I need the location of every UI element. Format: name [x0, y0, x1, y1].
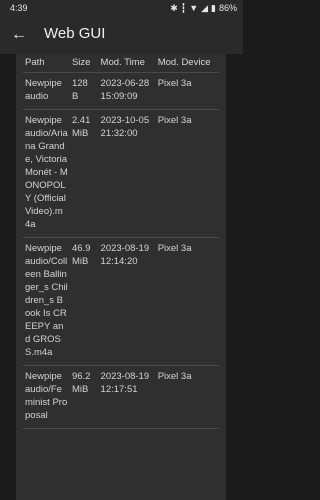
cell-mod-device: Pixel 3a: [157, 243, 192, 254]
table-row: Newpipe audio/Feminist Proposal 96.2 MiB…: [23, 366, 219, 429]
wifi-icon: ▼: [189, 3, 199, 13]
table-row: Newpipe audio 128 B 2023-06-28 15:09:09 …: [23, 73, 219, 110]
file-table-panel[interactable]: Path Size Mod. Time Mod. Device Newpipe …: [16, 54, 226, 500]
cell-mod-time: 2023-10-05 21:32:00: [100, 115, 150, 139]
cell-size: 96.2 MiB: [71, 371, 91, 395]
cell-path: Newpipe audio: [25, 78, 62, 102]
signal-icon: ◢: [201, 3, 209, 13]
header-mod-time: Mod. Time: [100, 57, 145, 68]
table-header-row: Path Size Mod. Time Mod. Device: [23, 54, 219, 73]
status-icons: ✱ ┇ ▼ ◢ ▮ 86%: [170, 2, 237, 14]
file-table: Path Size Mod. Time Mod. Device Newpipe …: [23, 54, 219, 429]
cell-size: 2.41 MiB: [71, 115, 91, 139]
table-row: Newpipe audio/Ariana Grande, Victoria Mo…: [23, 110, 219, 238]
main-content[interactable]: Path Size Mod. Time Mod. Device Newpipe …: [0, 54, 243, 500]
cell-mod-time: 2023-08-19 12:17:51: [100, 371, 150, 395]
battery-icon: ▮: [211, 3, 216, 13]
cell-path: Newpipe audio/Colleen Ballinger_s Childr…: [25, 243, 68, 358]
cell-mod-time: 2023-06-28 15:09:09: [100, 78, 150, 102]
page-title: Web GUI: [44, 25, 106, 42]
table-row: Newpipe audio/Colleen Ballinger_s Childr…: [23, 238, 219, 366]
cell-mod-device: Pixel 3a: [157, 78, 192, 89]
cell-size: 128 B: [71, 78, 88, 102]
header-mod-device: Mod. Device: [157, 57, 211, 68]
header-size: Size: [71, 57, 91, 68]
battery-percent: 86%: [218, 3, 237, 13]
cell-mod-device: Pixel 3a: [157, 371, 192, 382]
status-time: 4:39: [10, 3, 28, 13]
status-bar: 4:39 ✱ ┇ ▼ ◢ ▮ 86%: [0, 0, 243, 16]
cell-mod-device: Pixel 3a: [157, 115, 192, 126]
app-bar: ← Web GUI: [0, 16, 243, 54]
cell-mod-time: 2023-08-19 12:14:20: [100, 243, 150, 267]
cell-size: 46.9 MiB: [71, 243, 91, 267]
cell-path: Newpipe audio/Ariana Grande, Victoria Mo…: [25, 115, 68, 230]
arrow-back-icon[interactable]: ←: [6, 22, 32, 48]
bluetooth-icon: ✱: [170, 3, 178, 13]
cell-path: Newpipe audio/Feminist Proposal: [25, 371, 68, 421]
vibrate-icon: ┇: [180, 3, 187, 13]
header-path: Path: [25, 57, 45, 68]
